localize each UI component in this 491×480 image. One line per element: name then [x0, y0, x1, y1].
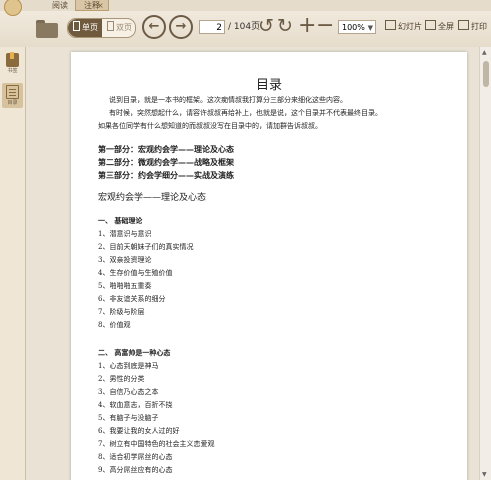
toc-icon — [6, 85, 19, 99]
tab-notes[interactable]: 注释 — [75, 0, 109, 11]
slideshow-button[interactable]: 幻灯片 — [385, 20, 422, 34]
page-total-label: / 104页 — [228, 22, 261, 32]
list-item: 7、阶级与阶层 — [98, 308, 145, 316]
left-sidebar: 书签 目录 — [0, 47, 26, 480]
part-heading: 第二部分：微观约会学——战略及框架 — [98, 158, 234, 167]
double-page-icon — [107, 21, 114, 31]
scroll-up-icon[interactable]: ▲ — [482, 49, 487, 56]
document-page: 目录 说到目录，就是一本书的框架。这次痴情叔我打算分三部分来细化这些内容。 有时… — [71, 52, 467, 480]
print-icon — [458, 20, 469, 30]
rotate-left-icon[interactable]: ↺ — [258, 14, 274, 38]
scrollbar-thumb[interactable] — [483, 61, 489, 87]
part-heading: 第三部分：约会学细分——实战及演练 — [98, 171, 234, 180]
print-button[interactable]: 打印 — [458, 20, 487, 34]
list-item: 8、价值观 — [98, 321, 131, 329]
list-item: 5、有脑子与没脑子 — [98, 414, 159, 422]
list-item: 2、男性的分类 — [98, 375, 145, 383]
list-item: 1、心态到底是神马 — [98, 362, 159, 370]
double-page-button[interactable]: 双页 — [102, 19, 135, 37]
list-item: 4、生存价值与生殖价值 — [98, 269, 173, 277]
fullscreen-icon — [425, 20, 436, 30]
list-item: 5、啪啪啪五重奏 — [98, 282, 152, 290]
fullscreen-button[interactable]: 全屏 — [425, 20, 454, 34]
list-item: 3、自信乃心态之本 — [98, 388, 159, 396]
rotate-right-icon[interactable]: ↻ — [277, 14, 293, 38]
intro-line: 有时候，突然想起什么，请容许叔叔再给补上，也就是说，这个目录并不代表最终目录。 — [109, 109, 382, 117]
zoom-out-icon[interactable]: − — [316, 14, 334, 38]
section-heading: 宏观约会学——理论及心态 — [98, 193, 207, 203]
prev-page-button[interactable]: ← — [142, 15, 166, 39]
sidebar-item-bookshelf[interactable]: 书签 — [2, 52, 23, 74]
subsection-heading: 二、 高富帅是一种心态 — [98, 349, 171, 357]
single-page-button[interactable]: 单页 — [68, 19, 102, 37]
list-item: 4、软血意志，百折不挠 — [98, 401, 173, 409]
view-mode-toggle: 单页 双页 — [67, 18, 136, 38]
list-item: 2、目前天朝妹子们的真实情况 — [98, 243, 194, 251]
list-item: 3、双亲投资理论 — [98, 256, 152, 264]
intro-line: 说到目录，就是一本书的框架。这次痴情叔我打算分三部分来细化这些内容。 — [109, 96, 347, 104]
sidebar-item-label: 目录 — [7, 100, 18, 106]
app-logo-icon — [4, 0, 22, 16]
tab-close-icon[interactable]: × — [97, 0, 104, 11]
part-heading: 第一部分：宏观约会学——理论及心态 — [98, 145, 234, 154]
single-page-icon — [73, 21, 80, 31]
bookmark-icon — [6, 52, 19, 67]
scroll-down-icon[interactable]: ▼ — [482, 471, 487, 478]
next-page-button[interactable]: → — [169, 15, 193, 39]
page-title: 目录 — [255, 78, 282, 93]
list-item: 9、高分屌丝应有的心态 — [98, 466, 173, 474]
document-viewport: 目录 说到目录，就是一本书的框架。这次痴情叔我打算分三部分来细化这些内容。 有时… — [26, 47, 479, 480]
list-item: 1、潜意识与意识 — [98, 230, 152, 238]
zoom-in-icon[interactable]: + — [298, 14, 316, 38]
list-item: 6、非友谊关系的细分 — [98, 295, 166, 303]
chevron-down-icon: ▼ — [367, 24, 373, 32]
tab-strip: 阅读 注释 × — [0, 0, 491, 16]
sidebar-item-label: 书签 — [7, 68, 18, 74]
vertical-scrollbar[interactable]: ▲ ▼ — [479, 47, 491, 480]
tab-read[interactable]: 阅读 — [44, 0, 76, 11]
slideshow-icon — [385, 20, 396, 30]
list-item: 7、树立有中国特色的社会主义恋爱观 — [98, 440, 215, 448]
page-number-input[interactable]: 2 — [199, 20, 225, 34]
intro-line: 如果各位同学有什么想知道的而叔叔没写在目录中的，请加群告诉叔叔。 — [98, 122, 322, 130]
list-item: 6、我要让我的女人过的好 — [98, 427, 180, 435]
zoom-select[interactable]: 100% ▼ — [338, 20, 376, 34]
list-item: 8、适合初学屌丝的心态 — [98, 453, 173, 461]
open-folder-button[interactable] — [36, 14, 60, 40]
sidebar-item-toc[interactable]: 目录 — [2, 83, 23, 108]
toolbar: 阅读 注释 × 单页 双页 ← → 2 / 104页 ↺ ↻ + − 100% … — [0, 0, 491, 48]
subsection-heading: 一、 基础理论 — [98, 217, 143, 225]
